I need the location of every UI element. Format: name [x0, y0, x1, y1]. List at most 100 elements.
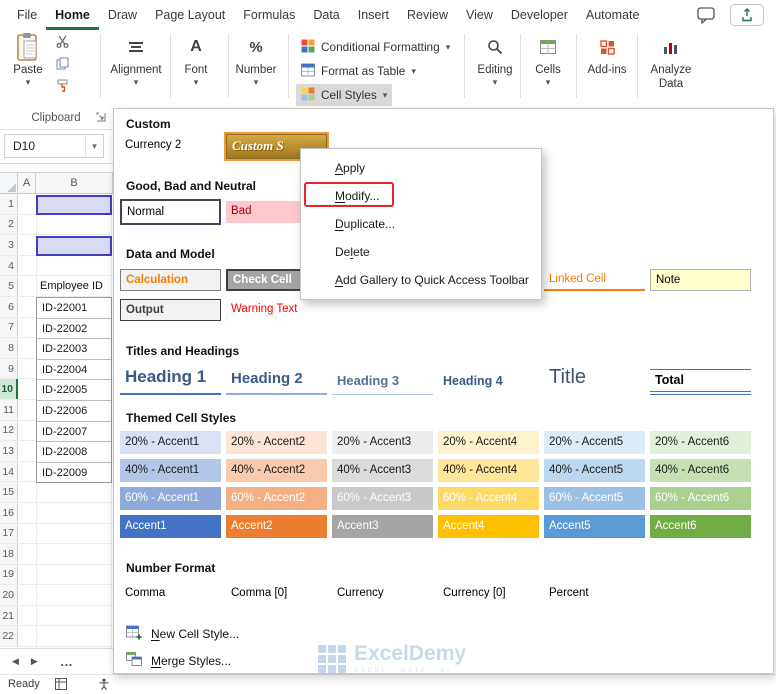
row-header-11[interactable]: 11 [0, 399, 18, 420]
cell-b14[interactable]: ID-22009 [37, 463, 111, 482]
style-20-accent6[interactable]: 20% - Accent6 [650, 431, 751, 454]
conditional-formatting-button[interactable]: Conditional Formatting ▾ [296, 36, 455, 58]
style-20-accent4[interactable]: 20% - Accent4 [438, 431, 539, 454]
style-linked-cell[interactable]: Linked Cell [544, 269, 645, 291]
sheet-options-dots[interactable]: … [60, 654, 74, 669]
row-header-18[interactable]: 18 [0, 544, 18, 564]
font-button[interactable]: A Font ▾ [174, 32, 218, 104]
row-header-1[interactable]: 1 [0, 194, 18, 214]
tab-file[interactable]: File [8, 1, 46, 30]
style-currency-2[interactable]: Currency 2 [120, 135, 221, 157]
style-title[interactable]: Title [544, 361, 645, 395]
accessibility-icon[interactable] [98, 678, 110, 693]
menu-item-apply[interactable]: Apply [301, 154, 541, 182]
macro-record-icon[interactable] [55, 678, 67, 693]
tab-data[interactable]: Data [304, 1, 348, 30]
style-accent5[interactable]: Accent5 [544, 515, 645, 538]
new-cell-style-button[interactable]: New Cell Style... [126, 625, 239, 643]
cut-button[interactable] [52, 35, 72, 51]
style-20-accent2[interactable]: 20% - Accent2 [226, 431, 327, 454]
column-header-b[interactable]: B [36, 173, 113, 193]
row-header-10[interactable]: 10 [0, 379, 18, 399]
row-header-5[interactable]: 5 [0, 276, 18, 296]
tab-home[interactable]: Home [46, 1, 99, 30]
style-40-accent5[interactable]: 40% - Accent5 [544, 459, 645, 482]
cell-b7[interactable]: ID-22002 [37, 319, 111, 340]
menu-item-delete[interactable]: Delete [301, 238, 541, 266]
copy-button[interactable] [52, 57, 72, 73]
style-60-accent5[interactable]: 60% - Accent5 [544, 487, 645, 510]
row-header-9[interactable]: 9 [0, 358, 18, 379]
style-accent2[interactable]: Accent2 [226, 515, 327, 538]
style-heading-2[interactable]: Heading 2 [226, 365, 327, 395]
style-accent6[interactable]: Accent6 [650, 515, 751, 538]
row-header-6[interactable]: 6 [0, 296, 18, 317]
style-heading-3[interactable]: Heading 3 [332, 368, 433, 395]
cell-b11[interactable]: ID-22006 [37, 401, 111, 422]
style-comma-0[interactable]: Comma [0] [226, 583, 327, 605]
style-60-accent3[interactable]: 60% - Accent3 [332, 487, 433, 510]
menu-item-duplicate[interactable]: Duplicate... [301, 210, 541, 238]
row-header-19[interactable]: 19 [0, 564, 18, 585]
style-percent[interactable]: Percent [544, 583, 645, 605]
tab-review[interactable]: Review [398, 1, 457, 30]
style-normal[interactable]: Normal [120, 199, 221, 225]
row-header-21[interactable]: 21 [0, 605, 18, 626]
tab-draw[interactable]: Draw [99, 1, 146, 30]
style-comma[interactable]: Comma [120, 583, 221, 605]
cell-b8[interactable]: ID-22003 [37, 339, 111, 360]
cell-styles-button[interactable]: Cell Styles ▾ [296, 84, 393, 106]
menu-item-add-gallery-to-quick-access-toolbar[interactable]: Add Gallery to Quick Access Toolbar [301, 266, 541, 294]
style-40-accent3[interactable]: 40% - Accent3 [332, 459, 433, 482]
style-output[interactable]: Output [120, 299, 221, 321]
tab-developer[interactable]: Developer [502, 1, 577, 30]
tab-view[interactable]: View [457, 1, 502, 30]
style-60-accent1[interactable]: 60% - Accent1 [120, 487, 221, 510]
style-60-accent4[interactable]: 60% - Accent4 [438, 487, 539, 510]
tab-insert[interactable]: Insert [349, 1, 398, 30]
style-note[interactable]: Note [650, 269, 751, 291]
style-accent4[interactable]: Accent4 [438, 515, 539, 538]
share-icon[interactable] [730, 4, 764, 29]
style-warning-text[interactable]: Warning Text [226, 299, 327, 321]
row-header-3[interactable]: 3 [0, 235, 18, 255]
row-header-4[interactable]: 4 [0, 255, 18, 276]
row-header-14[interactable]: 14 [0, 461, 18, 482]
tab-automate[interactable]: Automate [577, 1, 649, 30]
tab-page-layout[interactable]: Page Layout [146, 1, 234, 30]
number-button[interactable]: % Number ▾ [230, 32, 282, 104]
cell-b6[interactable]: ID-22001 [37, 298, 111, 319]
cell-b1[interactable] [36, 195, 112, 215]
cell-b5[interactable]: Employee ID [40, 276, 103, 297]
format-as-table-button[interactable]: Format as Table ▾ [296, 60, 421, 82]
style-40-accent6[interactable]: 40% - Accent6 [650, 459, 751, 482]
cell-b3[interactable] [36, 236, 112, 256]
chevron-down-icon[interactable]: ▾ [85, 135, 103, 157]
row-header-12[interactable]: 12 [0, 420, 18, 441]
row-header-8[interactable]: 8 [0, 338, 18, 358]
prev-sheet-arrow[interactable]: ◀ [12, 656, 19, 667]
analyze-data-button[interactable]: Analyze Data [642, 32, 700, 104]
dialog-launcher-icon[interactable] [96, 112, 106, 125]
comments-icon[interactable] [697, 6, 716, 27]
style-40-accent2[interactable]: 40% - Accent2 [226, 459, 327, 482]
style-total[interactable]: Total [650, 369, 751, 395]
row-header-16[interactable]: 16 [0, 502, 18, 523]
style-40-accent1[interactable]: 40% - Accent1 [120, 459, 221, 482]
cells-button[interactable]: Cells ▾ [524, 32, 572, 104]
style-60-accent2[interactable]: 60% - Accent2 [226, 487, 327, 510]
merge-styles-button[interactable]: Merge Styles... [126, 652, 231, 669]
select-all-corner[interactable] [0, 173, 18, 193]
cell-b12[interactable]: ID-22007 [37, 422, 111, 443]
row-header-15[interactable]: 15 [0, 482, 18, 502]
row-header-2[interactable]: 2 [0, 214, 18, 235]
row-header-20[interactable]: 20 [0, 585, 18, 605]
style-40-accent4[interactable]: 40% - Accent4 [438, 459, 539, 482]
style-currency-0[interactable]: Currency [0] [438, 583, 539, 605]
editing-button[interactable]: Editing ▾ [472, 32, 518, 104]
style-accent3[interactable]: Accent3 [332, 515, 433, 538]
style-calculation[interactable]: Calculation [120, 269, 221, 291]
format-painter-button[interactable] [52, 79, 72, 95]
row-header-7[interactable]: 7 [0, 317, 18, 338]
alignment-button[interactable]: Alignment ▾ [108, 32, 164, 104]
